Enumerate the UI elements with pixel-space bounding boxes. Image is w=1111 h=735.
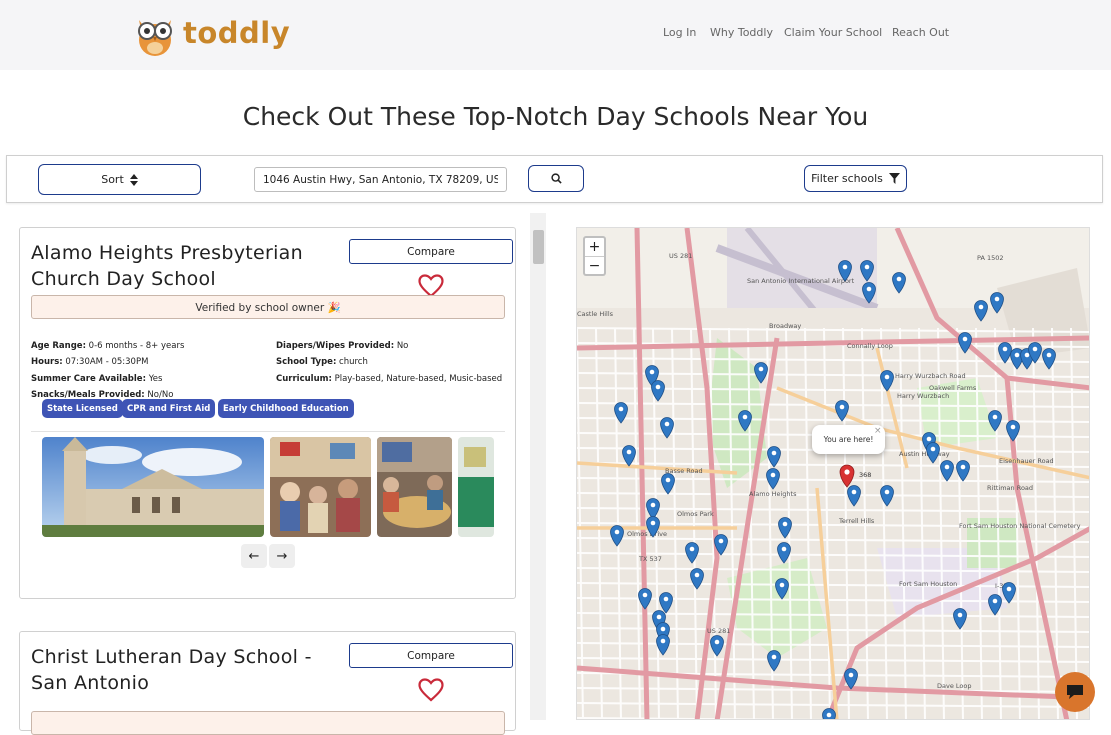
chat-bubble-icon xyxy=(1067,685,1083,699)
list-scrollbar[interactable] xyxy=(530,213,546,720)
map-label: Alamo Heights xyxy=(749,490,797,498)
carousel-prev-button[interactable]: ← xyxy=(241,544,267,568)
divider xyxy=(31,431,505,432)
diapers-row: Diapers/Wipes Provided: No xyxy=(276,341,409,351)
map-label: Harry Wurzbach Road xyxy=(895,372,966,380)
map-label: Castle Hills xyxy=(577,310,614,318)
address-search-input[interactable] xyxy=(254,167,507,192)
nav-claim-school[interactable]: Claim Your School xyxy=(784,26,882,39)
tag-early-childhood: Early Childhood Education xyxy=(218,399,354,418)
map-label: Eisenhauer Road xyxy=(999,457,1054,465)
compare-button[interactable]: Compare xyxy=(349,239,513,264)
zoom-in-button[interactable]: + xyxy=(585,238,604,256)
marker-badge: 368 xyxy=(859,471,871,479)
sort-label: Sort xyxy=(101,173,124,186)
verified-badge: Verified by school owner 🎉 xyxy=(31,295,505,319)
verified-badge xyxy=(31,711,505,735)
school-photo-church[interactable] xyxy=(42,437,264,537)
filter-schools-button[interactable]: Filter schools xyxy=(804,165,907,192)
curriculum-row: Curriculum: Play-based, Nature-based, Mu… xyxy=(276,374,503,384)
map-label: Terrell Hills xyxy=(838,517,875,525)
funnel-icon xyxy=(888,173,900,184)
hours-row: Hours: 07:30AM - 05:30PM xyxy=(31,357,149,367)
school-photo-partial[interactable] xyxy=(458,437,494,537)
map-label: Fort Sam Houston xyxy=(899,580,957,588)
map-label: Olmos Park xyxy=(677,510,714,518)
search-button[interactable] xyxy=(528,165,584,192)
summer-care-row: Summer Care Available: Yes xyxy=(31,374,163,384)
map-label: Harry Wurzbach xyxy=(897,392,949,400)
map-zoom-control: + − xyxy=(583,236,606,276)
tag-state-licensed: State Licensed xyxy=(42,399,123,418)
schools-map[interactable]: US 281 San Antonio International Airport A… xyxy=(576,227,1090,720)
school-name[interactable]: Christ Lutheran Day School - San Antonio xyxy=(31,644,331,696)
school-card: Alamo Heights Presbyterian Church Day Sc… xyxy=(19,227,516,599)
popup-close-icon[interactable]: × xyxy=(874,426,882,436)
list-scrollbar-thumb[interactable] xyxy=(533,230,544,264)
map-label: Oakwell Farms xyxy=(929,384,977,392)
compare-button[interactable]: Compare xyxy=(349,643,513,668)
owl-logo-icon[interactable] xyxy=(131,10,179,58)
map-label: Rittiman Road xyxy=(987,484,1033,492)
school-photo-activity[interactable] xyxy=(377,437,452,537)
map-label: Olmos Drive xyxy=(627,530,667,538)
map-label: PA 1502 xyxy=(977,254,1004,262)
search-toolbar: Sort Filter schools xyxy=(6,155,1103,203)
map-label: San Antonio International Airport xyxy=(747,277,855,285)
school-photo-classroom[interactable] xyxy=(270,437,371,537)
search-icon xyxy=(550,173,562,184)
chat-button[interactable] xyxy=(1055,672,1095,712)
school-type-row: School Type: church xyxy=(276,357,368,367)
brand-name[interactable]: toddly xyxy=(183,16,290,50)
sort-icon xyxy=(129,173,138,186)
nav-why-toddly[interactable]: Why Toddly xyxy=(710,26,773,39)
map-label: Connally Loop xyxy=(847,342,893,350)
map-label: Dave Loop xyxy=(937,682,972,690)
school-card: Christ Lutheran Day School - San Antonio… xyxy=(19,631,516,735)
sort-button[interactable]: Sort xyxy=(38,164,201,195)
age-range-row: Age Range: 0-6 months - 8+ years xyxy=(31,341,185,351)
map-label: US 281 xyxy=(707,627,730,635)
zoom-out-button[interactable]: − xyxy=(585,256,604,274)
map-label: US 281 xyxy=(669,252,692,260)
nav-login[interactable]: Log In xyxy=(663,26,696,39)
nav-reach-out[interactable]: Reach Out xyxy=(892,26,949,39)
map-label: TX 537 xyxy=(638,555,662,563)
school-map-marker[interactable] xyxy=(822,708,836,721)
page-title: Check Out These Top-Notch Day Schools Ne… xyxy=(242,102,869,131)
school-name[interactable]: Alamo Heights Presbyterian Church Day Sc… xyxy=(31,240,331,292)
tag-cpr-first-aid: CPR and First Aid xyxy=(122,399,216,418)
heart-icon[interactable] xyxy=(418,678,444,702)
map-label: Austin Highway xyxy=(899,450,950,458)
carousel-next-button[interactable]: → xyxy=(269,544,295,568)
filter-label: Filter schools xyxy=(811,172,883,185)
map-label: Fort Sam Houston National Cemetery xyxy=(959,522,1081,530)
map-label: Broadway xyxy=(769,322,801,330)
